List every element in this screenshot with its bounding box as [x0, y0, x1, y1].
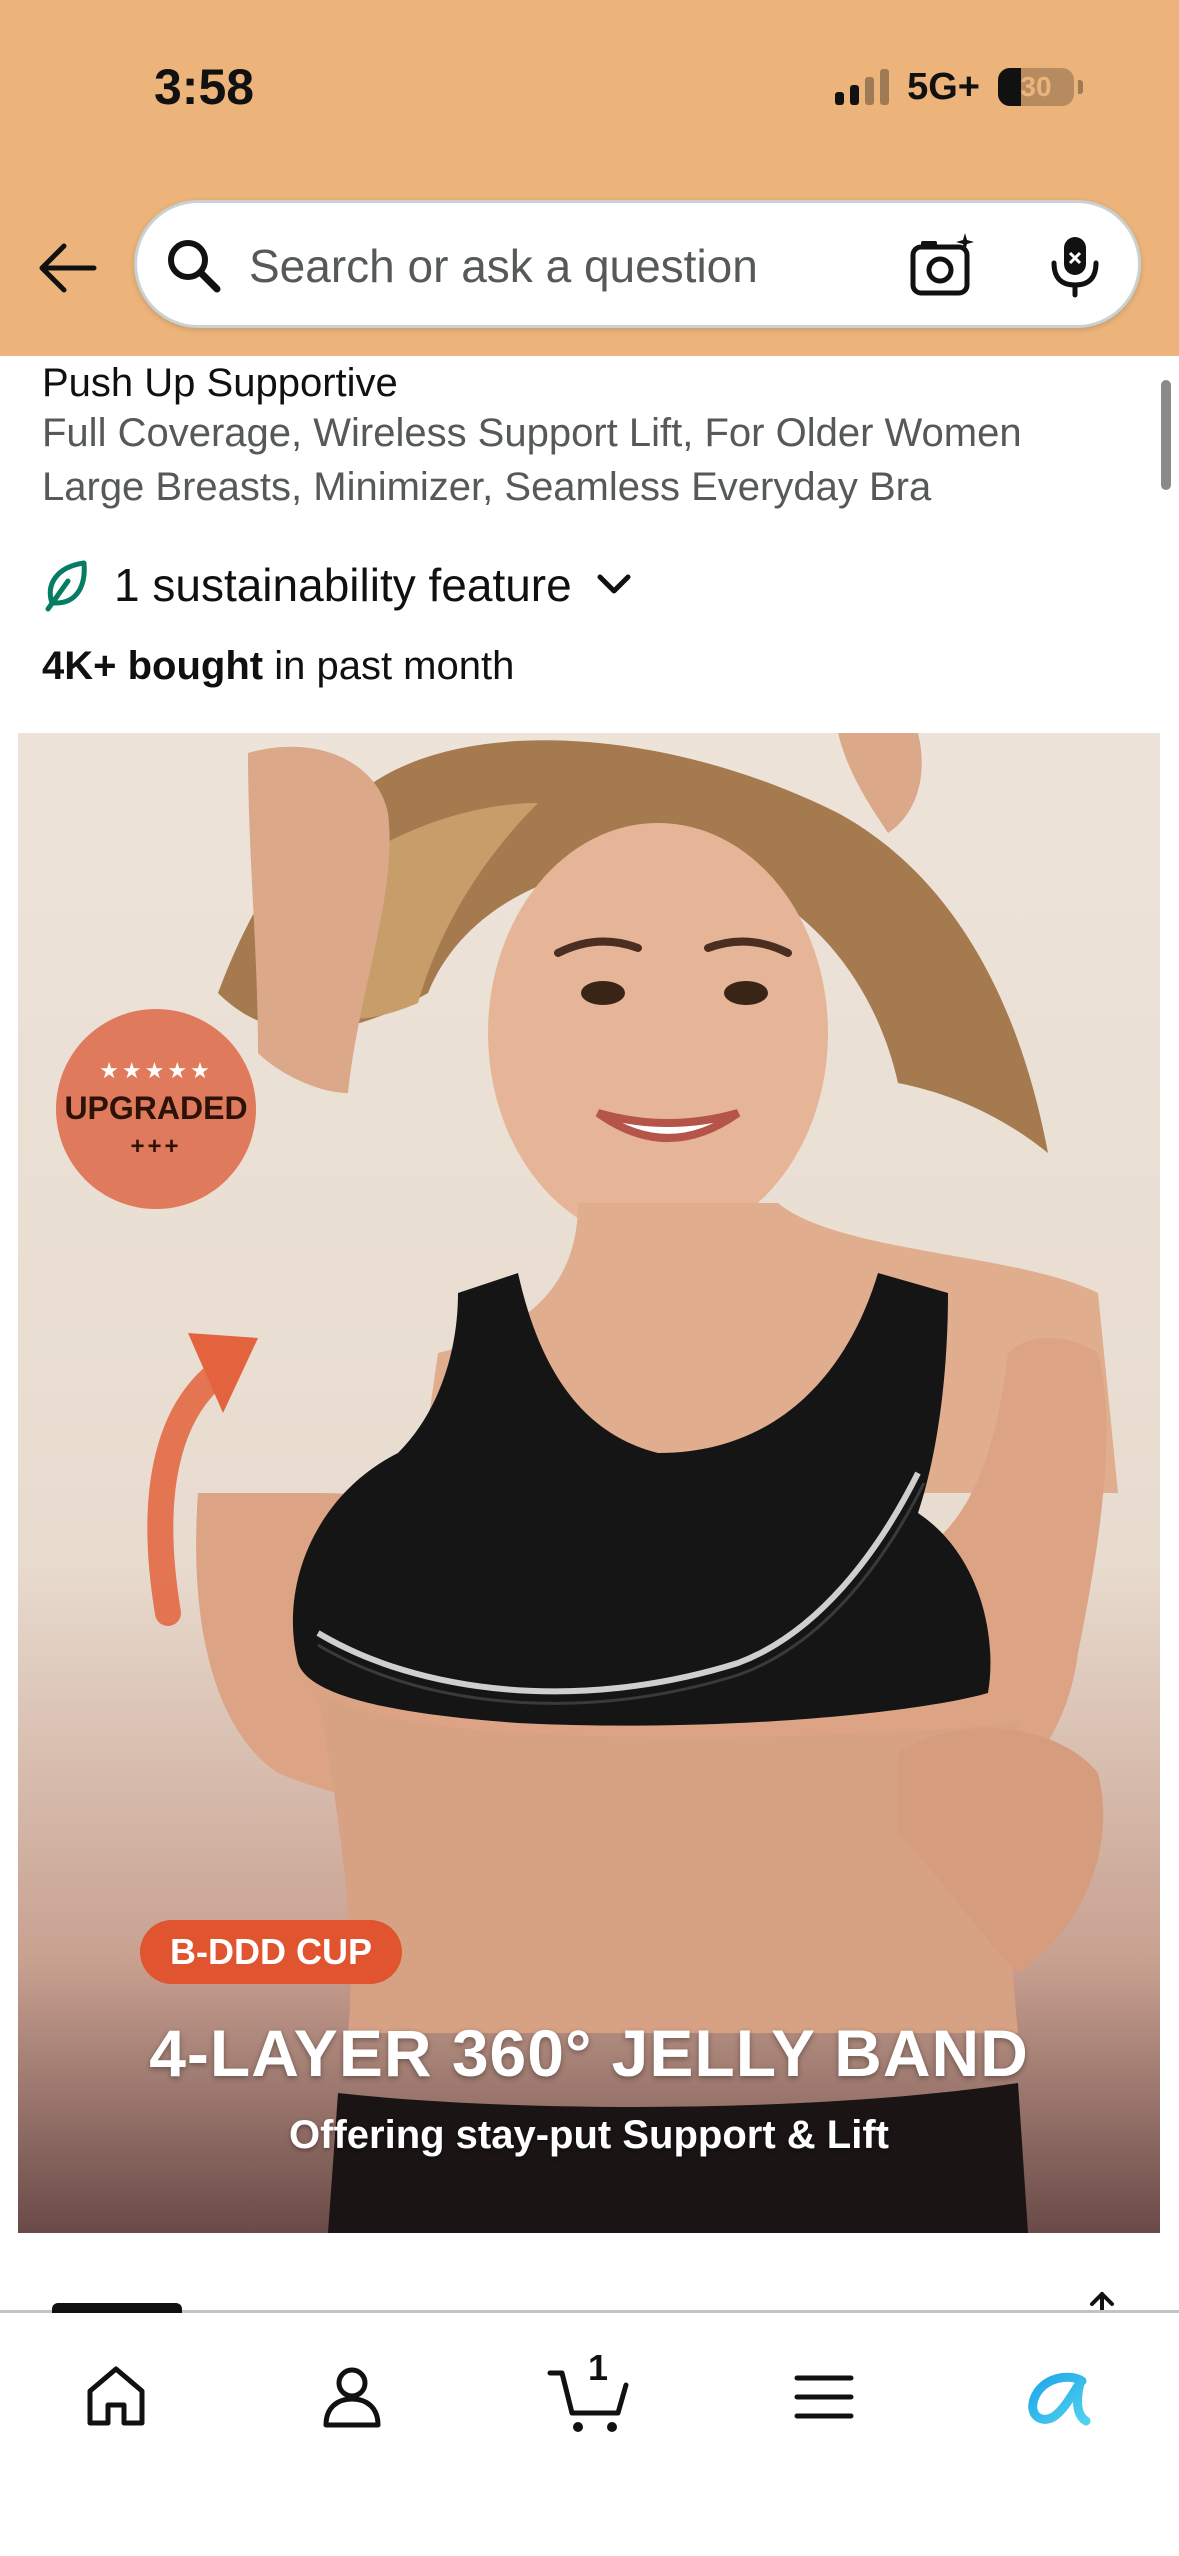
battery-cap: [1078, 80, 1083, 94]
status-time: 3:58: [154, 59, 255, 115]
badge-plus: +++: [130, 1132, 182, 1160]
product-title[interactable]: Push Up Supportive Full Coverage, Wirele…: [42, 360, 1122, 514]
network-label: 5G+: [907, 65, 980, 108]
product-image[interactable]: ★★★★★ UPGRADED +++ B-DDD CUP 4-LAYER 360…: [18, 733, 1160, 2233]
status-indicators: 5G+ 30: [835, 62, 1083, 112]
active-tab-indicator: [52, 2303, 182, 2313]
app-header: 3:58 5G+ 30 Search or ask a question: [0, 0, 1179, 356]
title-line: Large Breasts, Minimizer, Seamless Every…: [42, 465, 932, 509]
back-button[interactable]: [28, 230, 104, 306]
image-headline: 4-LAYER 360° JELLY BAND: [149, 2016, 1029, 2090]
microphone-icon[interactable]: [1042, 233, 1108, 299]
model-photo: [147, 733, 1118, 2233]
back-arrow-icon: [39, 243, 97, 293]
scroll-indicator: [1161, 380, 1171, 490]
leaf-icon: [45, 560, 87, 612]
home-icon: [87, 2366, 145, 2426]
bottom-nav: 1: [0, 2303, 1179, 2556]
signal-icon: [835, 69, 890, 105]
title-line: Push Up Supportive: [42, 361, 398, 405]
nav-assistant[interactable]: [1010, 2347, 1110, 2447]
cup-size-pill: B-DDD CUP: [140, 1920, 402, 1984]
image-subline: Offering stay-put Support & Lift: [289, 2113, 889, 2157]
search-input[interactable]: Search or ask a question: [249, 239, 758, 293]
cart-count: 1: [588, 2347, 609, 2388]
nav-account[interactable]: [302, 2347, 402, 2447]
battery-icon: 30: [998, 68, 1074, 106]
search-bar[interactable]: Search or ask a question: [134, 200, 1141, 328]
search-icon: [168, 240, 221, 293]
nav-home[interactable]: [66, 2347, 166, 2447]
person-icon: [323, 2367, 381, 2428]
sustainability-toggle[interactable]: 1 sustainability feature: [42, 550, 634, 620]
nav-cart[interactable]: 1: [538, 2347, 638, 2447]
upgraded-badge: ★★★★★ UPGRADED +++: [56, 1009, 256, 1209]
rufus-icon: [1028, 2372, 1091, 2426]
chevron-down-icon: [597, 574, 631, 594]
battery-level: 30: [1020, 71, 1052, 102]
menu-icon: [794, 2375, 854, 2419]
badge-stars: ★★★★★: [99, 1057, 213, 1083]
badge-title: UPGRADED: [64, 1089, 248, 1126]
camera-search-icon[interactable]: [907, 231, 977, 301]
bought-count-rest: in past month: [263, 644, 515, 688]
battery-fill: [998, 68, 1021, 106]
bought-count: 4K+ bought in past month: [42, 644, 514, 689]
bought-count-bold: 4K+ bought: [42, 644, 264, 688]
nav-menu[interactable]: [774, 2347, 874, 2447]
sustainability-label: 1 sustainability feature: [114, 559, 572, 611]
title-line: Full Coverage, Wireless Support Lift, Fo…: [42, 411, 1022, 455]
